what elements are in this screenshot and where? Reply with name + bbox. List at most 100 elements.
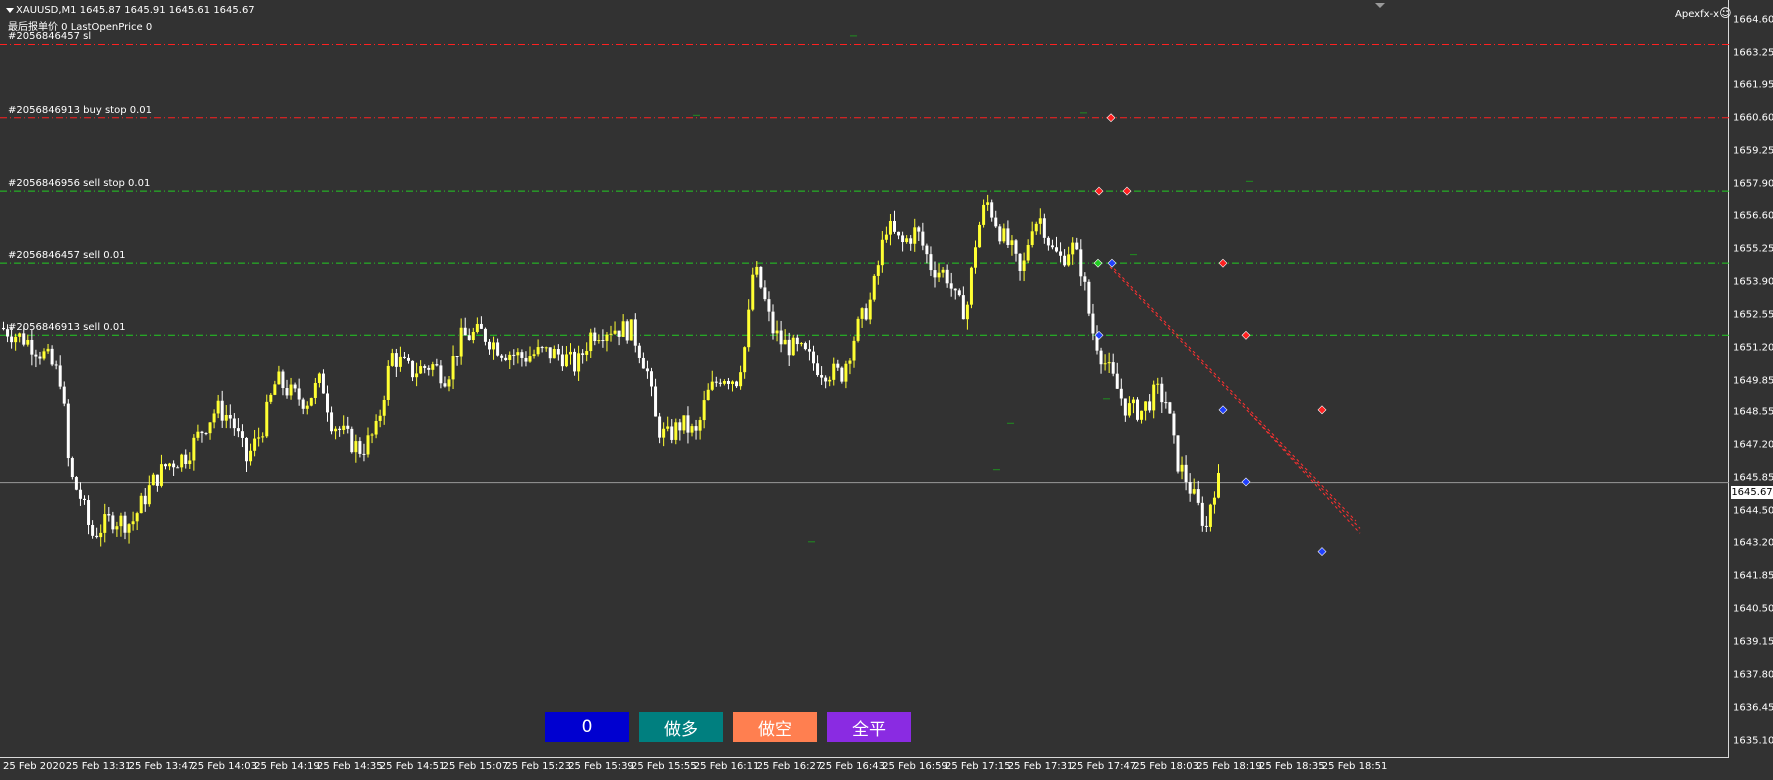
candle-body <box>1123 398 1127 416</box>
close-marker-icon <box>1241 477 1251 487</box>
sell-marker-icon <box>1122 186 1132 196</box>
sell-marker-icon <box>1106 113 1116 123</box>
candle-body <box>496 342 500 356</box>
candle-body <box>544 347 548 349</box>
candle-body <box>512 354 516 356</box>
candle-body <box>747 309 751 348</box>
entry-marker-icon <box>1093 258 1103 268</box>
candle-body <box>633 319 637 346</box>
candle-body <box>637 345 641 358</box>
candle-body <box>682 415 686 431</box>
candle-body <box>848 360 852 364</box>
candle-body <box>281 371 285 389</box>
candle-body <box>1127 403 1131 416</box>
candle-body <box>70 458 74 478</box>
time-tick-label: 25 Feb 13:47 <box>128 761 195 772</box>
candle-body <box>868 299 872 320</box>
candle-body <box>629 319 633 341</box>
candle-body <box>706 389 710 401</box>
candle-body <box>625 321 629 341</box>
scroll-marker-icon[interactable] <box>1375 3 1385 8</box>
time-tick-label: 25 Feb 17:31 <box>1007 761 1074 772</box>
chart-plot-area[interactable] <box>0 0 1729 758</box>
candle-body <box>969 267 973 305</box>
candle-body <box>155 474 159 486</box>
collapse-triangle-icon[interactable] <box>6 8 14 13</box>
candle-body <box>795 337 799 345</box>
sell-marker-icon <box>1241 330 1251 340</box>
candle-body <box>645 368 649 372</box>
candle-body <box>726 380 730 384</box>
candle-body <box>901 235 905 243</box>
candle-body <box>1140 410 1144 420</box>
candle-body <box>338 428 342 430</box>
candle-body <box>536 347 540 355</box>
candle-body <box>641 357 645 369</box>
candle-body <box>1107 362 1111 364</box>
symbol-info: XAUUSD,M1 1645.87 1645.91 1645.61 1645.6… <box>16 5 255 16</box>
candle-body <box>91 524 95 536</box>
candle-body <box>1071 242 1075 255</box>
candle-body <box>1091 313 1095 334</box>
candle-body <box>982 204 986 225</box>
candle-body <box>751 274 755 310</box>
candle-body <box>722 380 726 384</box>
candle-body <box>269 394 273 402</box>
candle-body <box>1212 497 1216 505</box>
candle-body <box>880 239 884 266</box>
candle-body <box>921 231 925 246</box>
candle-body <box>1014 240 1018 254</box>
candle-body <box>46 348 50 352</box>
candle-body <box>528 356 532 362</box>
buy-button[interactable]: 做多 <box>639 712 723 742</box>
candle-body <box>735 381 739 387</box>
time-tick-label: 25 Feb 14:51 <box>379 761 446 772</box>
candle-body <box>585 351 589 355</box>
trade-history-line <box>1109 266 1361 529</box>
candle-body <box>556 349 560 355</box>
price-tick-label: 1663.25 <box>1733 47 1773 59</box>
candle-body <box>131 521 135 525</box>
candle-body <box>1208 504 1212 527</box>
counter-button[interactable]: 0 <box>545 712 629 742</box>
candle-body <box>678 422 682 431</box>
candle-body <box>58 365 62 387</box>
sell-button[interactable]: 做空 <box>733 712 817 742</box>
candle-body <box>277 371 281 385</box>
candle-body <box>613 330 617 334</box>
sell-marker-icon <box>1094 186 1104 196</box>
candle-body <box>62 386 66 404</box>
time-tick-label: 25 Feb 14:35 <box>317 761 383 772</box>
candle-body <box>654 386 658 417</box>
close-all-button[interactable]: 全平 <box>827 712 911 742</box>
candle-body <box>771 311 775 334</box>
candle-body <box>10 336 14 343</box>
candle-body <box>1050 245 1054 248</box>
candle-body <box>228 414 232 419</box>
candle-body <box>459 327 463 357</box>
candle-body <box>799 343 803 345</box>
candle-body <box>1026 244 1030 261</box>
candle-body <box>686 415 690 433</box>
candle-body <box>791 337 795 356</box>
order-line-label: #2056846956 sell stop 0.01 <box>8 178 151 190</box>
candle-body <box>370 434 374 436</box>
candle-body <box>313 382 317 398</box>
candle-body <box>605 334 609 341</box>
candle-body <box>1111 362 1115 374</box>
candlestick-chart[interactable] <box>0 0 1729 758</box>
time-tick-label: 25 Feb 18:51 <box>1321 761 1388 772</box>
sell-marker-icon <box>1317 405 1327 415</box>
candle-body <box>609 333 613 335</box>
candle-body <box>702 400 706 421</box>
candle-body <box>552 349 556 359</box>
candle-body <box>658 416 662 438</box>
trade-history-line <box>1249 413 1361 534</box>
candle-body <box>1067 254 1071 266</box>
candle-body <box>309 397 313 406</box>
candle-body <box>1038 218 1042 224</box>
candle-body <box>1046 237 1050 246</box>
candle-body <box>378 415 382 421</box>
candle-body <box>66 403 70 459</box>
candle-body <box>1196 489 1200 503</box>
